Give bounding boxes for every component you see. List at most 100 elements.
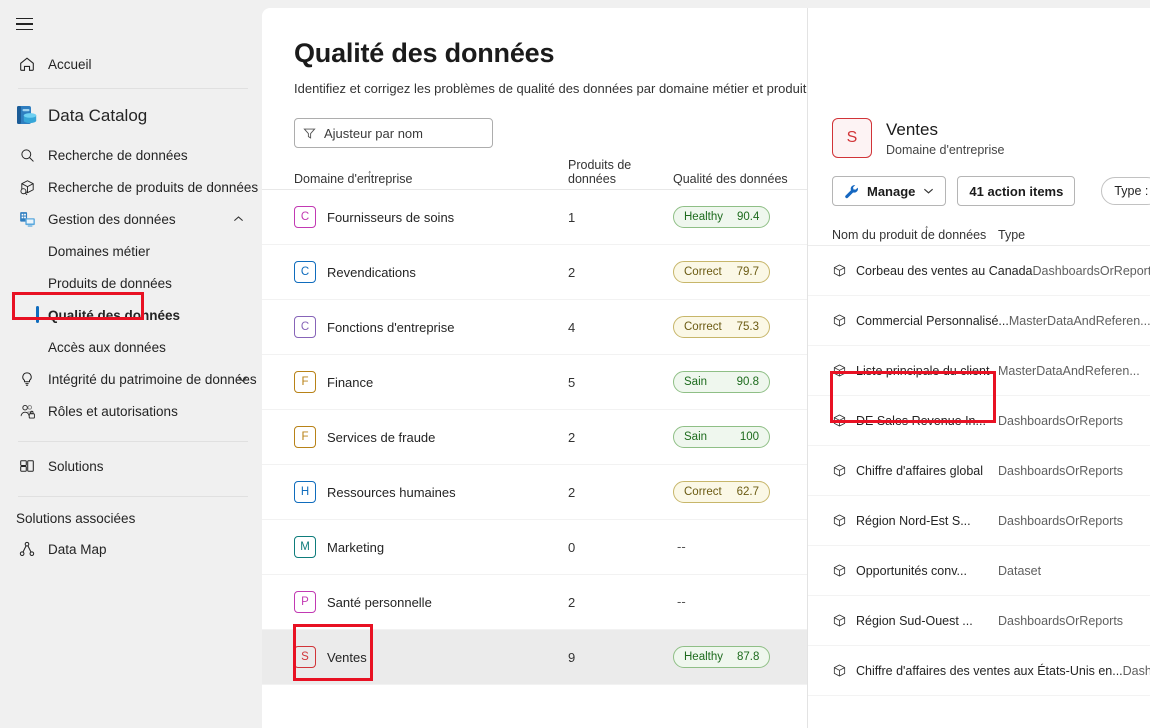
sidebar-item-qualite-des-donnees[interactable]: Qualité des données [8,299,254,331]
list-item[interactable]: Région Sud-Ouest ... DashboardsOrReports [808,596,1150,646]
list-item[interactable]: Corbeau des ventes au Canada DashboardsOr… [808,246,1150,296]
product-count: 9 [568,649,576,665]
status-badge: Correct 62.7 [673,481,770,503]
sidebar-item-gestion-des-donnees[interactable]: Gestion des données [8,203,254,235]
sidebar-item-solutions[interactable]: Solutions [8,450,254,482]
table-row[interactable]: C Fournisseurs de soins 1 Healthy 90.4 [262,190,807,245]
status-badge-value: 79.7 [736,266,759,278]
status-badge-value: 90.8 [736,376,759,388]
status-badge: Correct 75.3 [673,316,770,338]
roles-icon [17,401,37,421]
sidebar-item-roles-et-autorisations[interactable]: Rôles et autorisations [8,395,254,427]
status-badge-label: Sain [684,376,708,388]
sidebar-item-data-map[interactable]: Data Map [8,533,254,565]
status-badge: Sain 100 [673,426,770,448]
column-header-products[interactable]: Produits de données [568,158,673,186]
product-name: Commercial Personnalisé... [856,313,1009,328]
sidebar-item-produits-de-donnees[interactable]: Produits de données [8,267,254,299]
product-count: 5 [568,374,576,390]
package-icon [832,363,847,378]
status-badge-value: 87.8 [737,651,760,663]
status-badge: Healthy 90.4 [673,206,771,228]
detail-column-header-name-label: Nom du produit de données [832,228,987,242]
table-row[interactable]: F Services de fraude 2 Sain 100 [262,410,807,465]
quality-cell: -- [673,593,793,611]
sidebar-item-acces-aux-donnees[interactable]: Accès aux données [8,331,254,363]
product-type: DashboardsOrReports [998,463,1124,478]
search-input[interactable]: Ajusteur par nom [294,118,493,148]
domain-initial-badge: F [294,426,316,448]
list-item[interactable]: Opportunités conv... Dataset [808,546,1150,596]
list-item[interactable]: Chiffre d'affaires global DashboardsOrRep… [808,446,1150,496]
table-header-row: Domaine d'entreprise ↑ Produits de donné… [262,158,807,190]
status-badge: Sain 90.8 [673,371,770,393]
action-items-button[interactable]: 41 action items [957,176,1076,206]
filter-icon [303,127,316,140]
type-filter-button[interactable]: Type : [1101,177,1150,205]
sidebar-item-domaines-metier[interactable]: Domaines métier [8,235,254,267]
table-row[interactable]: S Ventes 9 Healthy 87.8 [262,630,807,685]
product-type: DashboardsOrReports [998,613,1124,628]
manage-button[interactable]: Manage [832,176,947,206]
quality-cell: -- [673,538,793,556]
list-item[interactable]: DE Sales Revenue In... DashboardsOrReport… [808,396,1150,446]
sidebar-item-recherche-de-produits-de-donnees-label: Recherche de produits de données [48,179,259,195]
detail-column-header-name[interactable]: Nom du produit de données ↑ [832,223,998,242]
chevron-up-icon[interactable] [233,215,244,223]
domain-initial-badge: M [294,536,316,558]
column-header-domain[interactable]: Domaine d'entreprise ↑ [294,168,568,186]
product-count: 4 [568,319,576,335]
status-badge: -- [677,539,686,554]
package-icon [832,413,847,428]
product-name: Région Sud-Ouest ... [856,613,973,628]
column-header-quality[interactable]: Qualité des données [673,172,793,186]
status-badge-label: Correct [684,321,722,333]
list-item[interactable]: Chiffre d'affaires des ventes aux États-… [808,646,1150,696]
table-row[interactable]: F Finance 5 Sain 90.8 [262,355,807,410]
quality-cell: Correct 79.7 [673,261,793,283]
manage-button-label: Manage [867,183,916,199]
domain-initial-badge: C [294,316,316,338]
search-icon [17,145,37,165]
sidebar-item-produits-de-donnees-label: Produits de données [48,275,172,291]
package-icon [832,513,847,528]
column-header-domain-label: Domaine d'entreprise [294,172,413,186]
table-row[interactable]: C Fonctions d'entreprise 4 Correct 75.3 [262,300,807,355]
sidebar-item-recherche-de-donnees-label: Recherche de données [48,147,188,163]
status-badge-label: Healthy [684,211,723,223]
table-row[interactable]: H Ressources humaines 2 Correct 62.7 [262,465,807,520]
table-row[interactable]: C Revendications 2 Correct 79.7 [262,245,807,300]
sidebar-divider-1 [18,88,248,89]
detail-column-header-type[interactable]: Type [998,228,1150,242]
table-row[interactable]: M Marketing 0 -- [262,520,807,575]
domain-name: Ventes [327,649,367,665]
package-icon [832,563,847,578]
package-icon [832,663,847,678]
detail-subtitle: Domaine d'entreprise [886,142,1005,157]
chevron-down-icon[interactable] [237,375,248,383]
package-icon [832,263,847,278]
avatar: S [832,118,872,158]
sidebar-item-recherche-de-donnees[interactable]: Recherche de données [8,139,254,171]
list-item[interactable]: Commercial Personnalisé... MasterDataAndR… [808,296,1150,346]
product-count: 2 [568,429,576,445]
status-badge: -- [677,594,686,609]
brand-data-catalog[interactable]: Data Catalog [8,97,254,135]
menu-icon[interactable] [8,8,40,40]
table-row[interactable]: P Santé personnelle 2 -- [262,575,807,630]
quality-cell: Healthy 90.4 [673,206,793,228]
sidebar-item-recherche-de-produits-de-donnees[interactable]: Recherche de produits de données [8,171,258,203]
sidebar-item-data-map-label: Data Map [48,541,107,557]
sort-ascending-icon: ↑ [367,168,373,180]
status-badge: Healthy 87.8 [673,646,771,668]
product-type: DashboardsOrReports [1122,663,1150,678]
product-name: Corbeau des ventes au Canada [856,263,1033,278]
product-type: DashboardsOrReports [998,513,1124,528]
list-item[interactable]: Région Nord-Est S... DashboardsOrReports [808,496,1150,546]
domain-name: Santé personnelle [327,594,432,610]
list-item[interactable]: Liste principale du client MasterDataAndR… [808,346,1150,396]
lightbulb-icon [17,369,37,389]
quality-cell: Sain 100 [673,426,793,448]
sidebar-item-integrite-du-patrimoine-de-donnees[interactable]: Intégrité du patrimoine de données [8,363,257,395]
sidebar-item-home[interactable]: Accueil [8,48,254,80]
